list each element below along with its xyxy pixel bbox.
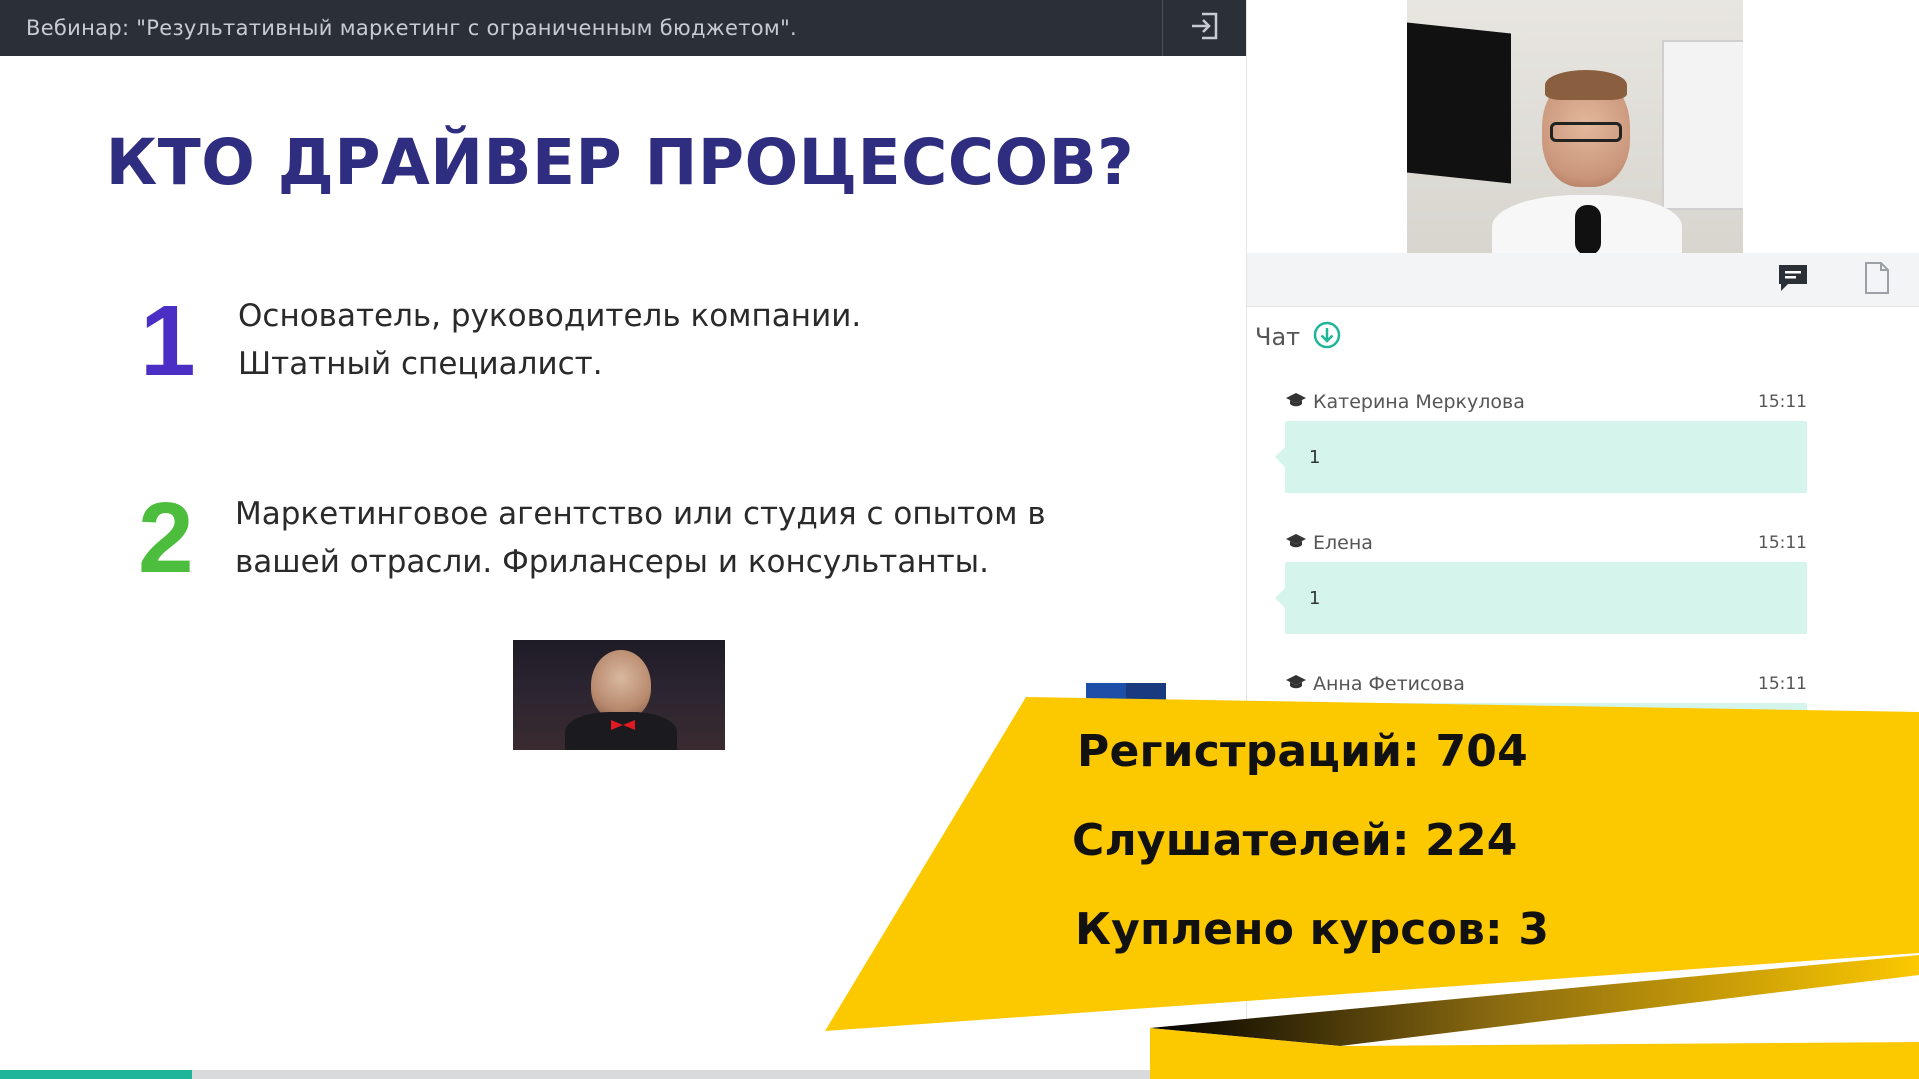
courses-bought-stat: Куплено курсов: 3 (1075, 904, 1550, 955)
listeners-stat: Слушателей: 224 (1072, 815, 1518, 866)
message-time: 15:11 (1758, 392, 1807, 412)
webinar-title: Вебинар: "Результативный маркетинг с огр… (26, 16, 798, 40)
message-time: 15:11 (1758, 674, 1807, 694)
chat-header: Чат (1255, 320, 1342, 354)
message-author: Катерина Меркулова (1313, 391, 1525, 413)
chat-label: Чат (1255, 323, 1301, 351)
registrations-stat: Регистраций: 704 (1077, 726, 1528, 777)
progress-fill (0, 1070, 192, 1079)
message-time: 15:11 (1758, 533, 1807, 553)
point-number-1: 1 (140, 285, 196, 397)
point-text-1: Основатель, руководитель компании. Штатн… (238, 292, 861, 388)
exit-button[interactable] (1162, 0, 1246, 56)
slide-gif-image (513, 640, 725, 750)
message-author: Анна Фетисова (1313, 673, 1465, 695)
exit-icon (1187, 8, 1223, 49)
presentation-slide: КТО ДРАЙВЕР ПРОЦЕССОВ? 1 Основатель, рук… (0, 56, 1246, 1066)
webinar-title-bar: Вебинар: "Результативный маркетинг с огр… (0, 0, 1246, 56)
chat-message: Елена 15:11 1 (1275, 530, 1807, 634)
chat-tab[interactable] (1775, 263, 1811, 297)
point-2-line-2: вашей отрасли. Фрилансеры и консультанты… (235, 544, 989, 580)
message-bubble: 1 (1275, 421, 1807, 493)
point-number-2: 2 (138, 482, 194, 594)
slide-title: КТО ДРАЙВЕР ПРОЦЕССОВ? (105, 126, 1135, 199)
chat-message: Катерина Меркулова 15:11 1 (1275, 389, 1807, 493)
presenter-video (1407, 0, 1743, 253)
point-1-line-1: Основатель, руководитель компании. (238, 298, 862, 334)
graduation-cap-icon (1285, 391, 1307, 413)
message-bubble: 1 (1275, 562, 1807, 634)
panel-tabbar (1247, 253, 1919, 307)
graduation-cap-icon (1285, 532, 1307, 554)
slide-logo-image (1086, 683, 1166, 705)
file-icon (1863, 261, 1891, 299)
point-text-2: Маркетинговое агентство или студия с опы… (235, 490, 1046, 586)
graduation-cap-icon (1285, 673, 1307, 695)
scroll-down-icon[interactable] (1312, 320, 1342, 354)
playback-progress-bar[interactable] (0, 1070, 1919, 1079)
files-tab[interactable] (1859, 261, 1895, 299)
chat-icon (1776, 262, 1810, 298)
point-1-line-2: Штатный специалист. (238, 346, 603, 382)
message-author: Елена (1313, 532, 1373, 554)
point-2-line-1: Маркетинговое агентство или студия с опы… (235, 496, 1046, 532)
